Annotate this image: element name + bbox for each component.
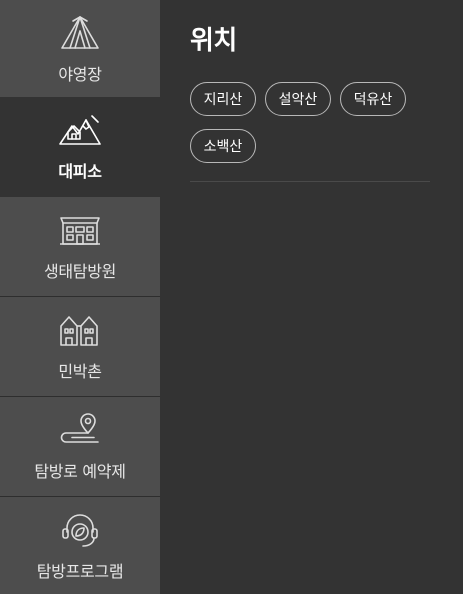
page-title: 위치 (190, 26, 237, 56)
sidebar-item-label: 탐방프로그램 (36, 562, 124, 581)
sidebar-item-label: 생태탐방원 (43, 262, 117, 281)
sidebar-item-campground[interactable]: 야영장 (0, 0, 160, 100)
sidebar-item-label: 민박촌 (58, 362, 102, 381)
location-chip-jirisan[interactable]: 지리산 (190, 82, 256, 116)
building-icon (58, 212, 102, 248)
location-chip-sobaeksan[interactable]: 소백산 (190, 129, 256, 163)
tent-icon (58, 15, 102, 51)
sidebar-item-minbak-village[interactable]: 민박촌 (0, 297, 160, 397)
sidebar-item-eco-center[interactable]: 생태탐방원 (0, 197, 160, 297)
houses-icon (58, 312, 102, 348)
divider (190, 181, 430, 182)
trail-pin-icon (58, 412, 102, 448)
sidebar-item-label: 대피소 (58, 162, 102, 181)
sidebar-item-trail-program[interactable]: 탐방프로그램 (0, 497, 160, 594)
sidebar-item-shelter[interactable]: 대피소 (0, 97, 160, 197)
category-sidebar: 야영장 대피소 생태탐방원 민박촌 탐방로 예약제 탐방프로그램 (0, 0, 160, 594)
mountain-shelter-icon (58, 112, 102, 148)
location-panel: 위치 지리산 설악산 덕유산 소백산 (160, 0, 463, 594)
sidebar-item-label: 야영장 (58, 65, 102, 84)
location-chip-seoraksan[interactable]: 설악산 (265, 82, 331, 116)
location-chip-deogyusan[interactable]: 덕유산 (340, 82, 406, 116)
headset-leaf-icon (58, 512, 102, 548)
sidebar-item-label: 탐방로 예약제 (34, 462, 126, 481)
sidebar-item-trail-reservation[interactable]: 탐방로 예약제 (0, 397, 160, 497)
